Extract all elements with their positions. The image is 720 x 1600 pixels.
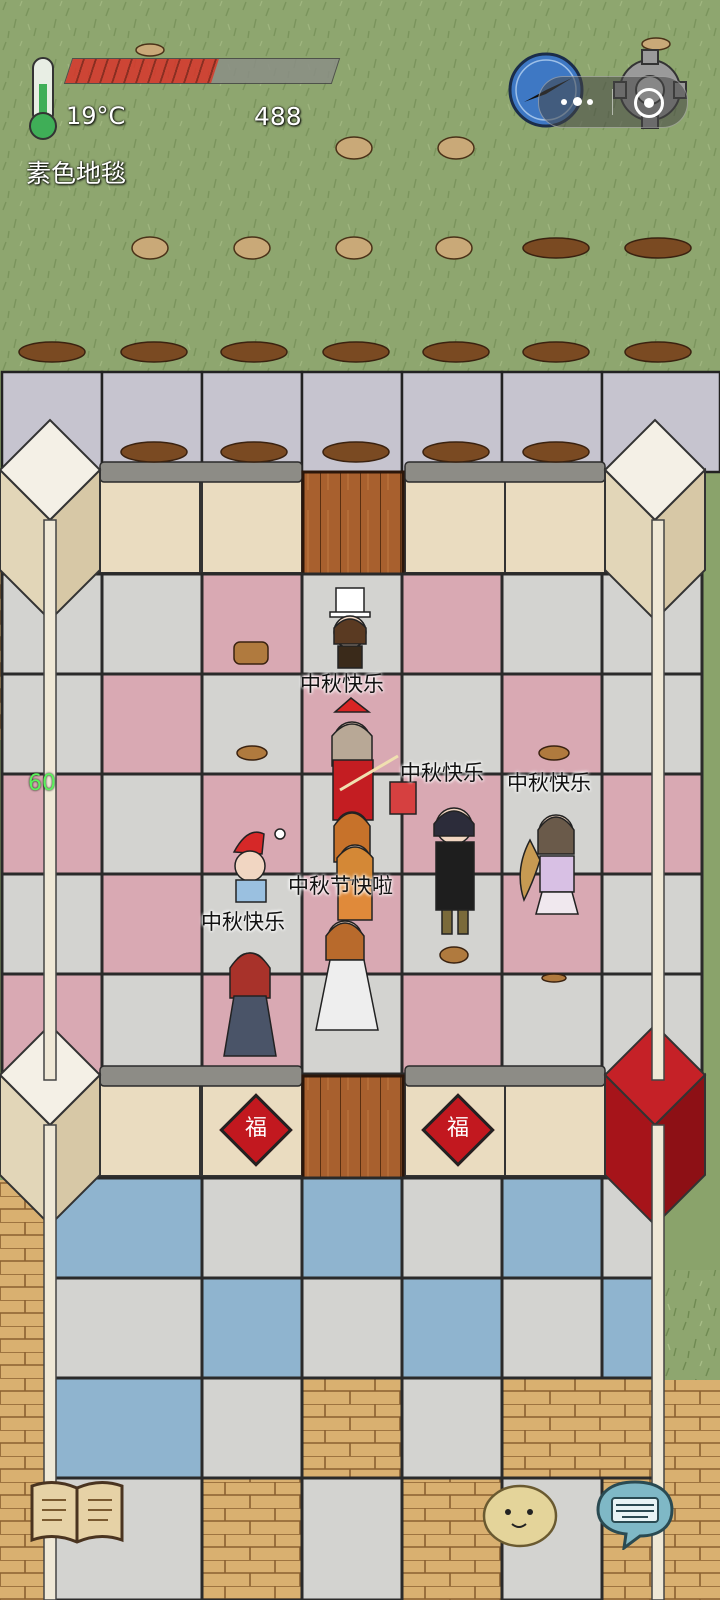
game-world[interactable] (0, 0, 720, 1600)
chat-bubble: 中秋快乐 (300, 672, 384, 696)
fu-glyph-right: 福 (446, 1116, 469, 1141)
fu-glyph-left: 福 (244, 1116, 267, 1141)
target-icon[interactable] (634, 88, 664, 118)
chat-bubble: 中秋快乐 (201, 910, 285, 934)
chat-bubble: 中秋快乐 (400, 761, 484, 785)
chat-bubble: 中秋快乐 (507, 771, 591, 795)
fps-counter: 60 (28, 771, 56, 796)
potato-face-icon[interactable] (480, 1480, 560, 1550)
temperature-readout: 19°C (66, 102, 126, 130)
health-bar (63, 58, 341, 84)
score-readout: 488 (254, 102, 302, 131)
keyboard-icon[interactable] (594, 1478, 676, 1550)
mini-program-capsule (538, 76, 688, 128)
location-name: 素色地毯 (26, 159, 127, 188)
health-bar-fill (65, 59, 220, 83)
chat-bubble: 中秋节快啦 (288, 874, 393, 898)
book-icon[interactable] (28, 1478, 126, 1548)
more-dots-icon[interactable] (559, 94, 595, 110)
thermometer-icon (29, 57, 57, 140)
